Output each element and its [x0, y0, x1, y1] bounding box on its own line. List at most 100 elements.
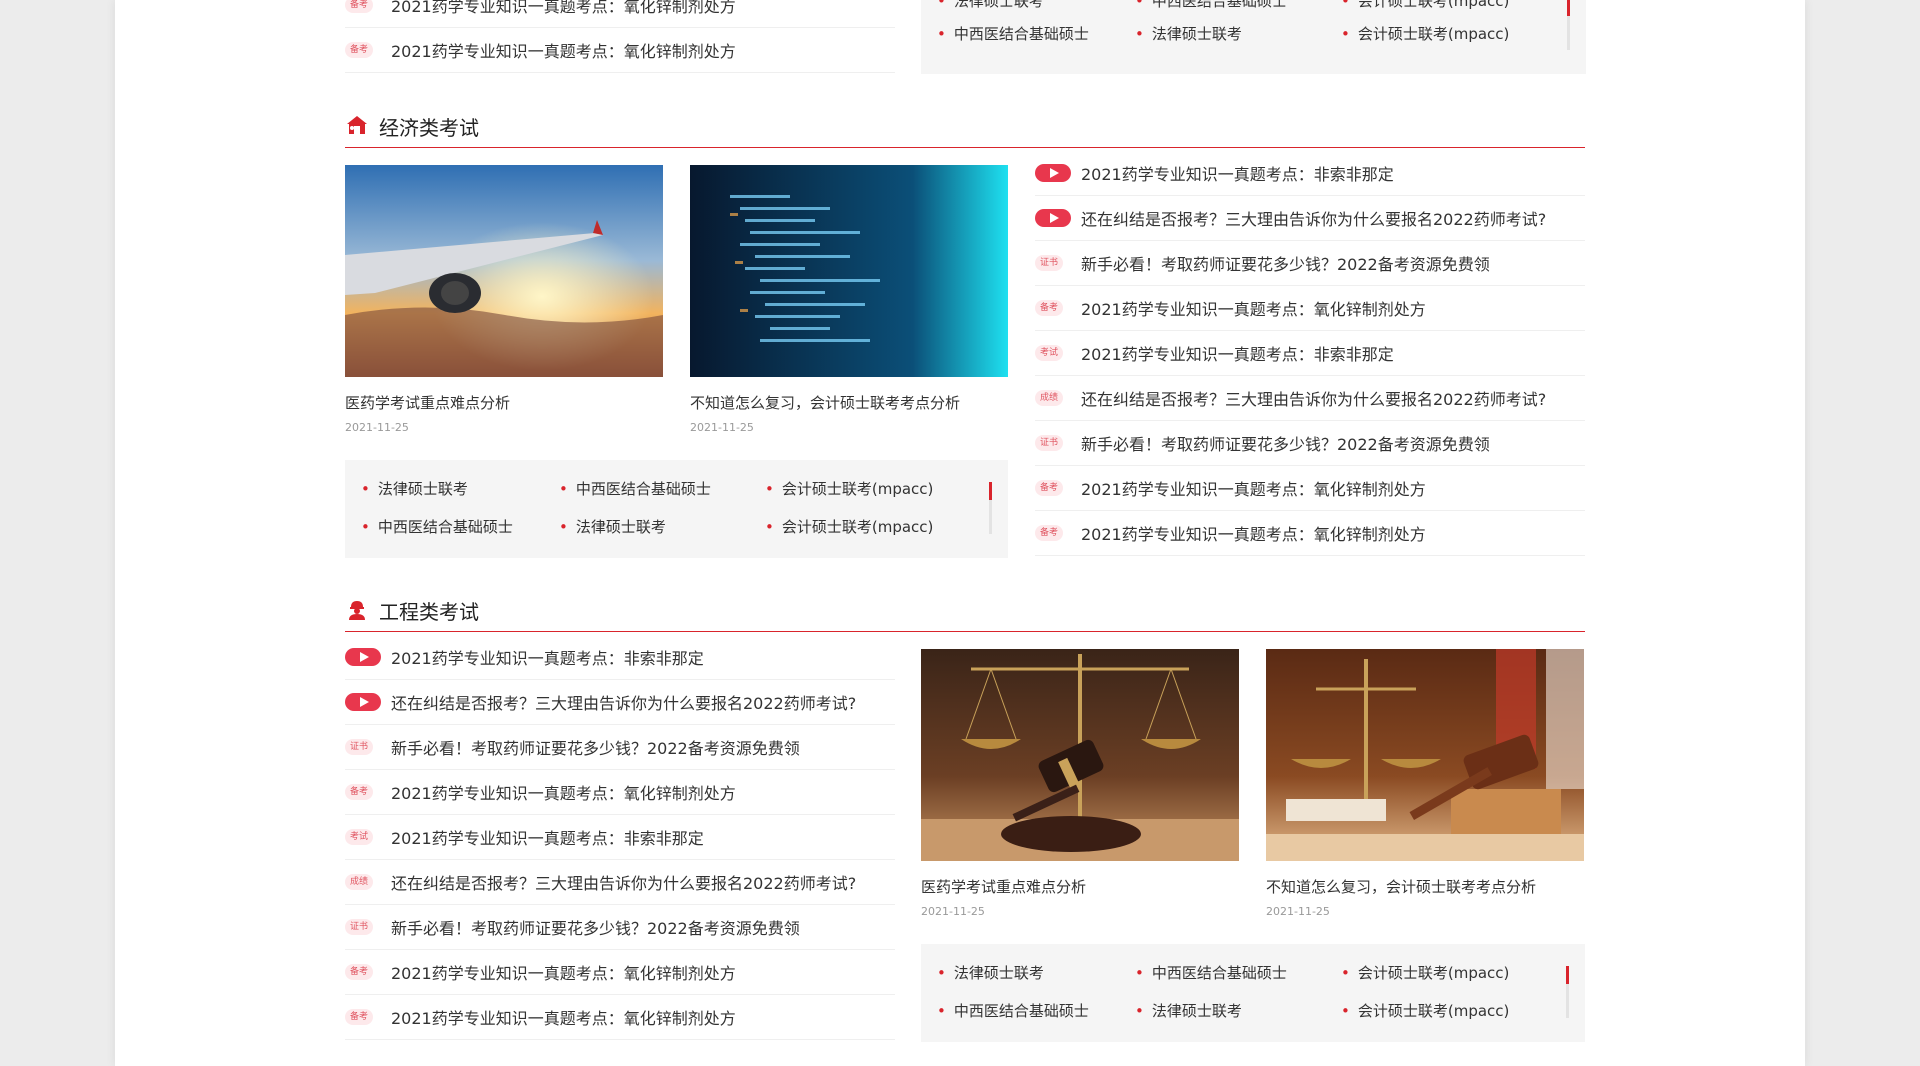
news-row[interactable]: 证书 新手必看！考取药师证要花多少钱？2022备考资源免费领	[1035, 241, 1585, 286]
article-image[interactable]	[345, 165, 663, 377]
related-link[interactable]: 会计硕士联考(mpacc)	[1341, 962, 1510, 983]
news-row[interactable]: 成绩 还在纠结是否报考？三大理由告诉你为什么要报名2022药师考试?	[345, 860, 895, 905]
news-row[interactable]: 证书 新手必看！考取药师证要花多少钱？2022备考资源免费领	[345, 905, 895, 950]
article-date: 2021-11-25	[1266, 905, 1330, 918]
related-link[interactable]: 法律硕士联考	[937, 962, 1044, 983]
news-row[interactable]: 备考 2021药学专业知识一真题考点：氧化锌制剂处方	[345, 770, 895, 815]
article-title[interactable]: 不知道怎么复习，会计硕士联考考点分析	[690, 392, 960, 413]
related-link[interactable]: 会计硕士联考(mpacc)	[1341, 1000, 1510, 1021]
section-title: 经济类考试	[379, 116, 479, 140]
news-tag: 备考	[345, 42, 373, 58]
news-row[interactable]: 成绩 还在纠结是否报考？三大理由告诉你为什么要报名2022药师考试?	[1035, 376, 1585, 421]
news-tag: 备考	[345, 964, 373, 980]
scrollbar[interactable]	[989, 482, 992, 534]
news-title[interactable]: 2021药学专业知识一真题考点：氧化锌制剂处方	[1081, 521, 1426, 545]
news-tag: 证书	[1035, 255, 1063, 271]
news-tag: 成绩	[1035, 390, 1063, 406]
news-row[interactable]: 备考 2021药学专业知识一真题考点：氧化锌制剂处方	[345, 28, 895, 73]
related-link[interactable]: 中西医结合基础硕士	[559, 478, 711, 499]
news-title[interactable]: 新手必看！考取药师证要花多少钱？2022备考资源免费领	[1081, 251, 1490, 275]
related-link[interactable]: 会计硕士联考(mpacc)	[1341, 23, 1510, 44]
news-row[interactable]: 证书 新手必看！考取药师证要花多少钱？2022备考资源免费领	[1035, 421, 1585, 466]
news-row[interactable]: 备考 2021药学专业知识一真题考点：氧化锌制剂处方	[1035, 466, 1585, 511]
news-title[interactable]: 还在纠结是否报考？三大理由告诉你为什么要报名2022药师考试?	[391, 870, 856, 894]
news-row[interactable]: 2021药学专业知识一真题考点：非索非那定	[345, 635, 895, 680]
news-tag: 备考	[345, 0, 373, 13]
related-link[interactable]: 会计硕士联考(mpacc)	[765, 516, 934, 537]
related-link[interactable]: 法律硕士联考	[361, 478, 468, 499]
news-row[interactable]: 考试 2021药学专业知识一真题考点：非索非那定	[1035, 331, 1585, 376]
news-row[interactable]: 考试 2021药学专业知识一真题考点：非索非那定	[345, 815, 895, 860]
related-link[interactable]: 法律硕士联考	[937, 0, 1044, 11]
news-title[interactable]: 2021药学专业知识一真题考点：非索非那定	[391, 645, 704, 669]
article-image[interactable]	[921, 649, 1239, 861]
news-title[interactable]: 2021药学专业知识一真题考点：氧化锌制剂处方	[391, 960, 736, 984]
related-links-box: 法律硕士联考 中西医结合基础硕士 会计硕士联考(mpacc) 中西医结合基础硕士…	[921, 0, 1586, 74]
related-link[interactable]: 法律硕士联考	[559, 516, 666, 537]
related-link[interactable]: 法律硕士联考	[1135, 1000, 1242, 1021]
article-title[interactable]: 不知道怎么复习，会计硕士联考考点分析	[1266, 876, 1536, 897]
news-row[interactable]: 备考 2021药学专业知识一真题考点：氧化锌制剂处方	[345, 0, 895, 28]
news-row[interactable]: 还在纠结是否报考？三大理由告诉你为什么要报名2022药师考试?	[345, 680, 895, 725]
news-row[interactable]: 备考 2021药学专业知识一真题考点：氧化锌制剂处方	[1035, 511, 1585, 556]
video-play-icon	[1035, 209, 1071, 227]
related-link[interactable]: 中西医结合基础硕士	[937, 1000, 1089, 1021]
related-link[interactable]: 中西医结合基础硕士	[937, 23, 1089, 44]
article-title[interactable]: 医药学考试重点难点分析	[921, 876, 1086, 897]
section-header-engineering: 工程类考试	[345, 592, 1585, 632]
economics-icon	[347, 116, 367, 134]
news-tag: 考试	[1035, 345, 1063, 361]
news-tag: 证书	[345, 739, 373, 755]
news-title[interactable]: 还在纠结是否报考？三大理由告诉你为什么要报名2022药师考试?	[1081, 386, 1546, 410]
news-row[interactable]: 证书 新手必看！考取药师证要花多少钱？2022备考资源免费领	[345, 725, 895, 770]
section-title: 工程类考试	[379, 600, 479, 624]
related-link[interactable]: 法律硕士联考	[1135, 23, 1242, 44]
news-row[interactable]: 备考 2021药学专业知识一真题考点：氧化锌制剂处方	[1035, 286, 1585, 331]
video-play-icon	[345, 693, 381, 711]
news-tag: 证书	[345, 919, 373, 935]
news-title[interactable]: 2021药学专业知识一真题考点：氧化锌制剂处方	[391, 1005, 736, 1029]
news-title[interactable]: 2021药学专业知识一真题考点：氧化锌制剂处方	[391, 780, 736, 804]
news-title[interactable]: 2021药学专业知识一真题考点：氧化锌制剂处方	[391, 0, 736, 17]
article-title[interactable]: 医药学考试重点难点分析	[345, 392, 510, 413]
related-link[interactable]: 中西医结合基础硕士	[1135, 0, 1287, 11]
article-date: 2021-11-25	[690, 421, 754, 434]
news-title[interactable]: 2021药学专业知识一真题考点：非索非那定	[1081, 161, 1394, 185]
news-title[interactable]: 2021药学专业知识一真题考点：氧化锌制剂处方	[391, 38, 736, 62]
article-image[interactable]	[1266, 649, 1584, 861]
related-links-box: 法律硕士联考 中西医结合基础硕士 会计硕士联考(mpacc) 中西医结合基础硕士…	[345, 460, 1008, 558]
news-row[interactable]: 还在纠结是否报考？三大理由告诉你为什么要报名2022药师考试?	[1035, 196, 1585, 241]
news-title[interactable]: 新手必看！考取药师证要花多少钱？2022备考资源免费领	[391, 915, 800, 939]
related-link[interactable]: 会计硕士联考(mpacc)	[1341, 0, 1510, 11]
news-tag: 证书	[1035, 435, 1063, 451]
news-title[interactable]: 2021药学专业知识一真题考点：氧化锌制剂处方	[1081, 296, 1426, 320]
scrollbar[interactable]	[1566, 966, 1569, 1018]
article-image[interactable]	[690, 165, 1008, 377]
related-link[interactable]: 会计硕士联考(mpacc)	[765, 478, 934, 499]
section-header-economics: 经济类考试	[345, 108, 1585, 148]
news-tag: 备考	[1035, 300, 1063, 316]
article-date: 2021-11-25	[345, 421, 409, 434]
scrollbar[interactable]	[1567, 0, 1570, 50]
news-row[interactable]: 备考 2021药学专业知识一真题考点：氧化锌制剂处方	[345, 950, 895, 995]
news-title[interactable]: 新手必看！考取药师证要花多少钱？2022备考资源免费领	[1081, 431, 1490, 455]
article-date: 2021-11-25	[921, 905, 985, 918]
video-play-icon	[345, 648, 381, 666]
news-row[interactable]: 2021药学专业知识一真题考点：非索非那定	[1035, 151, 1585, 196]
news-row[interactable]: 备考 2021药学专业知识一真题考点：氧化锌制剂处方	[345, 995, 895, 1040]
news-title[interactable]: 还在纠结是否报考？三大理由告诉你为什么要报名2022药师考试?	[1081, 206, 1546, 230]
news-title[interactable]: 还在纠结是否报考？三大理由告诉你为什么要报名2022药师考试?	[391, 690, 856, 714]
news-tag: 备考	[345, 1009, 373, 1025]
news-tag: 备考	[1035, 525, 1063, 541]
news-tag: 备考	[1035, 480, 1063, 496]
related-link[interactable]: 中西医结合基础硕士	[1135, 962, 1287, 983]
news-title[interactable]: 2021药学专业知识一真题考点：非索非那定	[1081, 341, 1394, 365]
news-title[interactable]: 2021药学专业知识一真题考点：氧化锌制剂处方	[1081, 476, 1426, 500]
news-tag: 成绩	[345, 874, 373, 890]
related-links-box: 法律硕士联考 中西医结合基础硕士 会计硕士联考(mpacc) 中西医结合基础硕士…	[921, 944, 1585, 1042]
news-title[interactable]: 2021药学专业知识一真题考点：非索非那定	[391, 825, 704, 849]
page-container: 备考 2021药学专业知识一真题考点：氧化锌制剂处方 备考 2021药学专业知识…	[115, 0, 1805, 1066]
news-title[interactable]: 新手必看！考取药师证要花多少钱？2022备考资源免费领	[391, 735, 800, 759]
related-link[interactable]: 中西医结合基础硕士	[361, 516, 513, 537]
news-tag: 备考	[345, 784, 373, 800]
